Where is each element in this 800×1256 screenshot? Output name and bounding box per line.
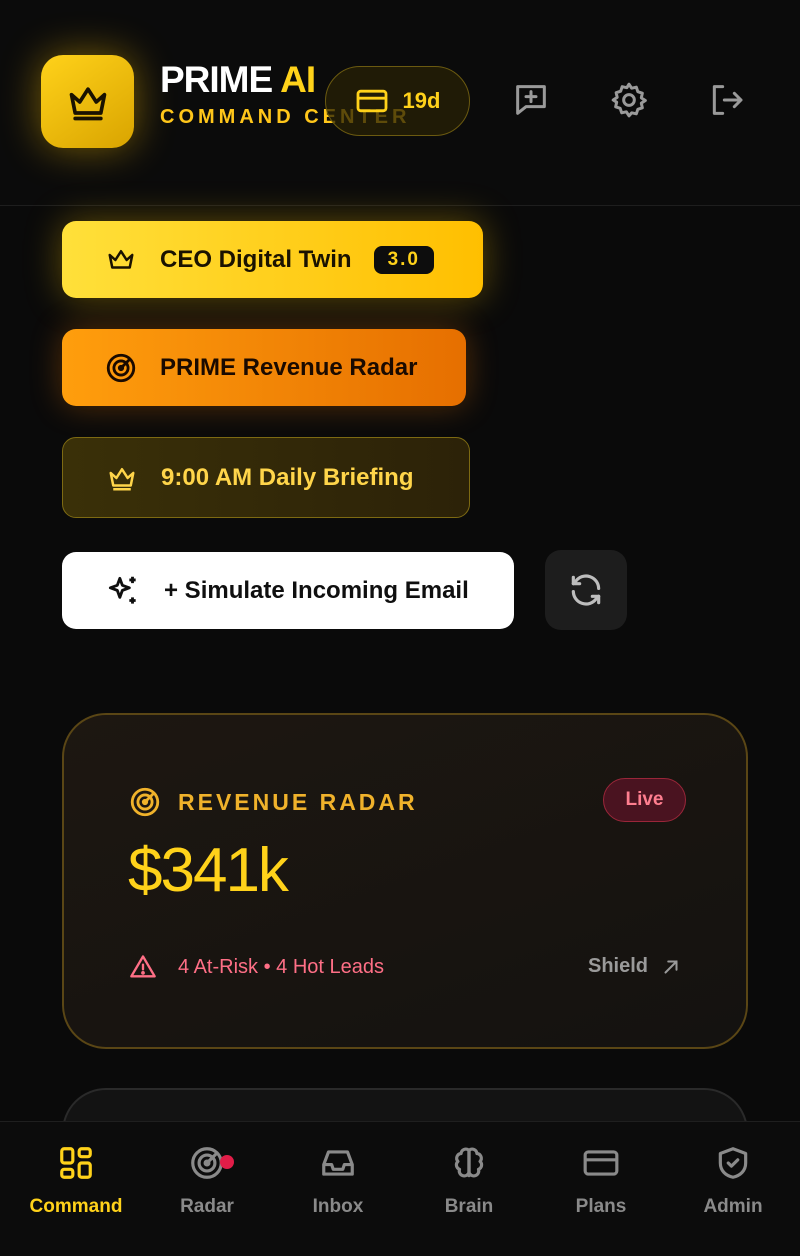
trial-days: 19d	[402, 88, 441, 113]
crown-icon	[69, 86, 106, 120]
new-chat-button[interactable]	[511, 80, 551, 120]
gear-icon	[611, 82, 647, 118]
risk-summary: 4 At-Risk • 4 Hot Leads	[128, 953, 384, 981]
live-status-badge: Live	[603, 778, 686, 822]
shield-link[interactable]: Shield	[588, 955, 682, 978]
credit-card-icon	[356, 89, 387, 113]
refresh-button[interactable]	[545, 550, 627, 630]
card-title: REVENUE RADAR	[178, 788, 418, 815]
simulate-email-button[interactable]: + Simulate Incoming Email	[62, 552, 514, 629]
crown-icon	[109, 467, 135, 490]
nav-item-admin[interactable]: Admin	[668, 1144, 798, 1218]
nav-label: Radar	[180, 1196, 234, 1217]
credit-card-icon	[583, 1150, 619, 1176]
brand-ai: AI	[280, 59, 316, 100]
revenue-radar-card[interactable]: REVENUE RADAR Live $341k 4 At-Risk • 4 H…	[62, 713, 748, 1049]
nav-item-command[interactable]: Command	[11, 1144, 141, 1218]
bottom-nav: Command Radar Inbox Brain Plans Admin	[0, 1121, 800, 1256]
logout-button[interactable]	[706, 80, 746, 120]
ceo-digital-twin-label: CEO Digital Twin	[160, 245, 352, 273]
nav-item-inbox[interactable]: Inbox	[273, 1144, 403, 1218]
inbox-icon	[322, 1150, 354, 1176]
simulate-email-label: + Simulate Incoming Email	[164, 576, 469, 604]
daily-briefing-label: 9:00 AM Daily Briefing	[161, 463, 414, 491]
trial-days-button[interactable]: 19d	[325, 66, 470, 136]
shield-label: Shield	[588, 955, 649, 977]
crown-icon	[108, 249, 134, 269]
daily-briefing-button[interactable]: 9:00 AM Daily Briefing	[62, 437, 470, 518]
nav-item-plans[interactable]: Plans	[536, 1144, 666, 1218]
revenue-amount: $341k	[128, 836, 289, 905]
revenue-radar-button[interactable]: PRIME Revenue Radar	[62, 329, 466, 406]
brand-name: PRIME	[160, 59, 273, 100]
top-header: PRIME AI COMMAND CENTER 19d	[0, 0, 800, 206]
sparkles-icon	[108, 576, 136, 604]
nav-label: Command	[29, 1196, 123, 1217]
nav-label: Inbox	[312, 1196, 364, 1217]
shield-check-icon	[718, 1147, 748, 1179]
card-header: REVENUE RADAR	[128, 785, 418, 819]
nav-item-radar[interactable]: Radar	[142, 1144, 272, 1218]
nav-item-brain[interactable]: Brain	[404, 1144, 534, 1218]
nav-label: Brain	[444, 1196, 494, 1217]
warning-icon	[130, 955, 156, 978]
refresh-icon	[571, 574, 601, 606]
settings-button[interactable]	[609, 80, 649, 120]
revenue-radar-label: PRIME Revenue Radar	[160, 353, 418, 381]
notification-dot	[220, 1155, 234, 1169]
radar-icon	[130, 787, 160, 817]
nav-label: Plans	[575, 1196, 627, 1217]
nav-label: Admin	[703, 1196, 763, 1217]
radar-icon	[106, 353, 136, 382]
version-badge: 3.0	[373, 245, 434, 274]
grid-icon	[60, 1147, 92, 1179]
risk-text: 4 At-Risk • 4 Hot Leads	[178, 955, 384, 978]
crown-logo	[41, 55, 134, 148]
logout-icon	[712, 85, 743, 115]
brain-icon	[454, 1147, 484, 1178]
arrow-up-right-icon	[664, 959, 678, 974]
ceo-digital-twin-button[interactable]: CEO Digital Twin 3.0	[62, 221, 483, 298]
message-plus-icon	[516, 85, 546, 115]
